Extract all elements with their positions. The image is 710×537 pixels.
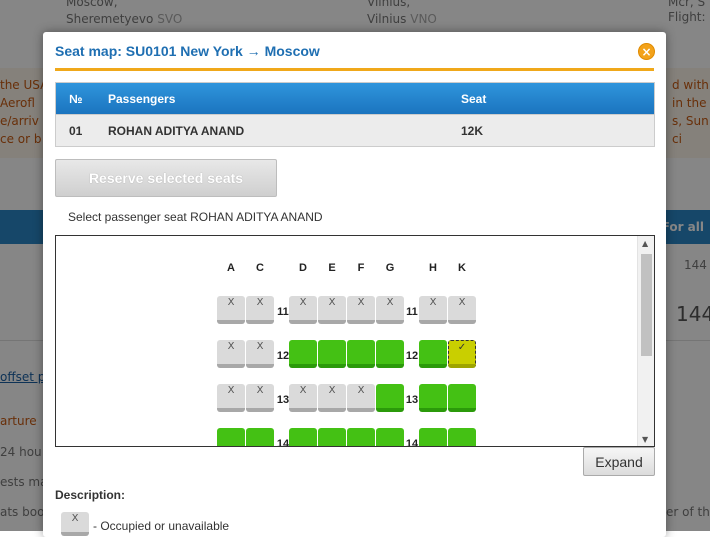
header-number: № bbox=[69, 91, 83, 106]
column-label-a: A bbox=[227, 262, 235, 274]
seat-12a: X bbox=[217, 340, 245, 368]
header-seat: Seat bbox=[461, 91, 487, 106]
seat-11k: X bbox=[448, 296, 476, 324]
seat-13g[interactable] bbox=[376, 384, 404, 412]
seat-14d[interactable] bbox=[289, 428, 317, 446]
seat-map-scrollbar[interactable]: ▲ ▼ bbox=[637, 236, 654, 446]
seat-12e[interactable] bbox=[318, 340, 346, 368]
passenger-seat: 12K bbox=[461, 123, 484, 138]
scroll-up-icon[interactable]: ▲ bbox=[642, 239, 648, 248]
seat-14h[interactable] bbox=[419, 428, 447, 446]
column-label-g: G bbox=[385, 262, 395, 274]
seat-12d[interactable] bbox=[289, 340, 317, 368]
seat-12f[interactable] bbox=[347, 340, 375, 368]
seat-11d: X bbox=[289, 296, 317, 324]
passenger-table-header: № Passengers Seat bbox=[56, 83, 654, 114]
reserve-seats-button[interactable]: Reserve selected seats bbox=[55, 159, 277, 197]
seat-12h[interactable] bbox=[419, 340, 447, 368]
seat-13k[interactable] bbox=[448, 384, 476, 412]
seat-11e: X bbox=[318, 296, 346, 324]
seat-11g: X bbox=[376, 296, 404, 324]
select-passenger-label: Select passenger seat ROHAN ADITYA ANAND bbox=[68, 210, 323, 224]
seat-14f[interactable] bbox=[347, 428, 375, 446]
expand-button[interactable]: Expand bbox=[583, 447, 655, 476]
seat-14c[interactable] bbox=[246, 428, 274, 446]
seat-14e[interactable] bbox=[318, 428, 346, 446]
scroll-down-icon[interactable]: ▼ bbox=[642, 435, 648, 444]
seat-12c: X bbox=[246, 340, 274, 368]
seat-12k[interactable]: ✓ bbox=[448, 340, 476, 368]
seat-13c: X bbox=[246, 384, 274, 412]
seat-13d: X bbox=[289, 384, 317, 412]
passenger-row[interactable]: 01 ROHAN ADITYA ANAND 12K bbox=[56, 114, 654, 146]
column-label-e: E bbox=[328, 262, 336, 274]
seat-13e: X bbox=[318, 384, 346, 412]
seat-11a: X bbox=[217, 296, 245, 324]
seat-12g[interactable] bbox=[376, 340, 404, 368]
dialog-title: Seat map: SU0101 New York → Moscow bbox=[55, 43, 320, 59]
seat-map-dialog: Seat map: SU0101 New York → Moscow × № P… bbox=[43, 32, 666, 537]
seat-11c: X bbox=[246, 296, 274, 324]
description-label: Description: bbox=[55, 488, 126, 502]
seat-13a: X bbox=[217, 384, 245, 412]
close-icon[interactable]: × bbox=[638, 43, 655, 60]
column-label-k: K bbox=[458, 262, 466, 274]
seat-11f: X bbox=[347, 296, 375, 324]
column-label-c: C bbox=[256, 262, 264, 274]
seat-14a[interactable] bbox=[217, 428, 245, 446]
seat-14g[interactable] bbox=[376, 428, 404, 446]
seat-map-area[interactable]: ▲ ▼ A C D E F G H K 11 11 X X X X X X X X 12 12 X X ✓ 13 13 X X X X X… bbox=[55, 235, 655, 447]
scrollbar-thumb[interactable] bbox=[641, 254, 652, 356]
passenger-name: ROHAN ADITYA ANAND bbox=[108, 123, 245, 138]
passenger-table: № Passengers Seat 01 ROHAN ADITYA ANAND … bbox=[55, 82, 655, 147]
column-label-d: D bbox=[299, 262, 307, 274]
passenger-number: 01 bbox=[69, 123, 83, 138]
column-label-f: F bbox=[357, 262, 365, 274]
seat-13h[interactable] bbox=[419, 384, 447, 412]
title-divider bbox=[55, 68, 654, 71]
column-label-h: H bbox=[429, 262, 437, 274]
seat-14k[interactable] bbox=[448, 428, 476, 446]
legend-occupied-seat-icon: X bbox=[61, 512, 89, 536]
seat-13f: X bbox=[347, 384, 375, 412]
header-passengers: Passengers bbox=[108, 91, 176, 106]
seat-11h: X bbox=[419, 296, 447, 324]
